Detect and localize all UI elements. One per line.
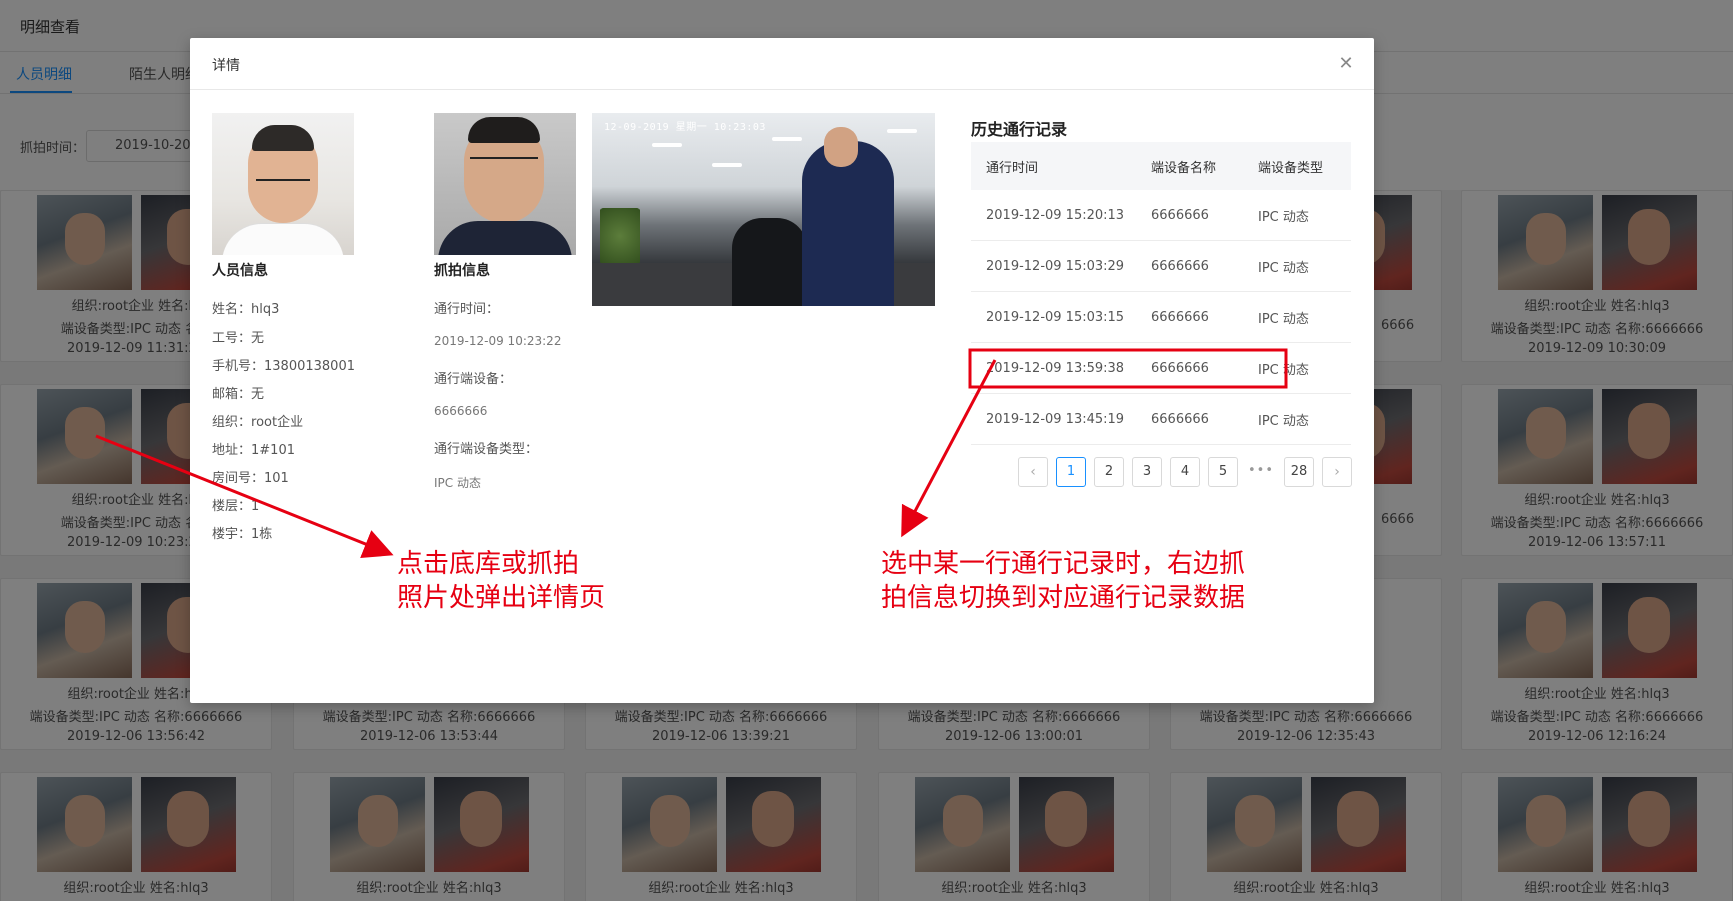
- history-table-header: 通行时间 端设备名称 端设备类型: [971, 142, 1351, 190]
- person-address: 地址：1#101: [212, 439, 295, 458]
- page-ellipsis[interactable]: •••: [1246, 457, 1276, 487]
- field-label: 组织：: [212, 415, 252, 430]
- capture-device-type-value: IPC 动态: [434, 476, 481, 490]
- scene-timestamp: 12-09-2019 星期一 10:23:03: [604, 122, 766, 133]
- history-row[interactable]: 2019-12-09 15:03:15 6666666 IPC 动态: [971, 292, 1351, 343]
- field-label: 地址：: [212, 443, 252, 458]
- capture-scene-photo[interactable]: 12-09-2019 星期一 10:23:03: [592, 113, 935, 306]
- row-device-type: IPC 动态: [1258, 413, 1309, 429]
- capture-device-label: 通行端设备：: [434, 372, 513, 387]
- field-value: root企业: [251, 415, 304, 430]
- row-time: 2019-12-09 13:59:38: [986, 360, 1125, 376]
- person-info-title: 人员信息: [212, 263, 268, 279]
- row-device-type: IPC 动态: [1258, 311, 1309, 327]
- history-row[interactable]: 2019-12-09 15:03:29 6666666 IPC 动态: [971, 241, 1351, 292]
- page-2-button[interactable]: 2: [1094, 457, 1124, 487]
- field-label: 楼层：: [212, 499, 252, 514]
- page-28-button[interactable]: 28: [1284, 457, 1314, 487]
- field-label: 姓名：: [212, 302, 252, 317]
- field-value: 无: [251, 387, 265, 402]
- row-device-name: 6666666: [1151, 309, 1209, 325]
- person-employee-no: 工号：无: [212, 327, 264, 346]
- chevron-left-icon[interactable]: ‹: [1018, 457, 1048, 487]
- row-device-name: 6666666: [1151, 360, 1209, 376]
- modal-title: 详情: [212, 58, 240, 74]
- capture-device-type-label: 通行端设备类型：: [434, 442, 539, 457]
- row-time: 2019-12-09 15:03:15: [986, 309, 1125, 325]
- row-time: 2019-12-09 13:45:19: [986, 411, 1125, 427]
- row-device-type: IPC 动态: [1258, 362, 1309, 378]
- page-5-button[interactable]: 5: [1208, 457, 1238, 487]
- history-row[interactable]: 2019-12-09 13:45:19 6666666 IPC 动态: [971, 394, 1351, 445]
- base-library-photo[interactable]: [212, 113, 354, 255]
- row-device-type: IPC 动态: [1258, 260, 1309, 276]
- person-name: 姓名：hlq3: [212, 298, 279, 317]
- person-floor: 楼层：1: [212, 495, 259, 514]
- page-4-button[interactable]: 4: [1170, 457, 1200, 487]
- modal-header: 详情 ✕: [190, 38, 1374, 90]
- history-row[interactable]: 2019-12-09 15:20:13 6666666 IPC 动态: [971, 190, 1351, 241]
- person-email: 邮箱：无: [212, 383, 264, 402]
- history-title: 历史通行记录: [971, 120, 1068, 139]
- left-annotation-text: 点击底库或抓拍 照片处弹出详情页: [397, 549, 606, 613]
- col-header-device-name: 端设备名称: [1151, 160, 1217, 176]
- row-device-name: 6666666: [1151, 411, 1209, 427]
- field-value: 1#101: [251, 443, 295, 458]
- field-label: 楼宇：: [212, 527, 252, 542]
- person-phone: 手机号：13800138001: [212, 355, 355, 374]
- history-row-selected[interactable]: 2019-12-09 13:59:38 6666666 IPC 动态: [971, 343, 1351, 394]
- chevron-right-icon[interactable]: ›: [1322, 457, 1352, 487]
- person-building: 楼宇：1栋: [212, 523, 272, 542]
- page-3-button[interactable]: 3: [1132, 457, 1162, 487]
- field-label: 工号：: [212, 331, 252, 346]
- field-value: 101: [264, 471, 289, 486]
- person-org: 组织：root企业: [212, 411, 303, 430]
- field-value: 无: [251, 331, 265, 346]
- capture-time-value: 2019-12-09 10:23:22: [434, 334, 562, 348]
- row-time: 2019-12-09 15:03:29: [986, 258, 1125, 274]
- field-label: 房间号：: [212, 471, 265, 486]
- page-1-button[interactable]: 1: [1056, 457, 1086, 487]
- capture-device-value: 6666666: [434, 404, 488, 418]
- field-value: hlq3: [251, 302, 280, 317]
- row-time: 2019-12-09 15:20:13: [986, 207, 1125, 223]
- row-device-name: 6666666: [1151, 207, 1209, 223]
- field-value: 1栋: [251, 527, 273, 542]
- field-value: 1: [251, 499, 260, 514]
- col-header-device-type: 端设备类型: [1258, 160, 1324, 176]
- capture-time-label: 通行时间：: [434, 302, 500, 317]
- person-room: 房间号：101: [212, 467, 289, 486]
- row-device-name: 6666666: [1151, 258, 1209, 274]
- close-icon[interactable]: ✕: [1332, 50, 1360, 78]
- field-value: 13800138001: [264, 359, 355, 374]
- field-label: 手机号：: [212, 359, 265, 374]
- capture-info-title: 抓拍信息: [434, 263, 490, 279]
- col-header-time: 通行时间: [986, 160, 1039, 176]
- field-label: 邮箱：: [212, 387, 252, 402]
- right-annotation-text: 选中某一行通行记录时，右边抓 拍信息切换到对应通行记录数据: [881, 549, 1246, 613]
- row-device-type: IPC 动态: [1258, 209, 1309, 225]
- captured-face-photo[interactable]: [434, 113, 576, 255]
